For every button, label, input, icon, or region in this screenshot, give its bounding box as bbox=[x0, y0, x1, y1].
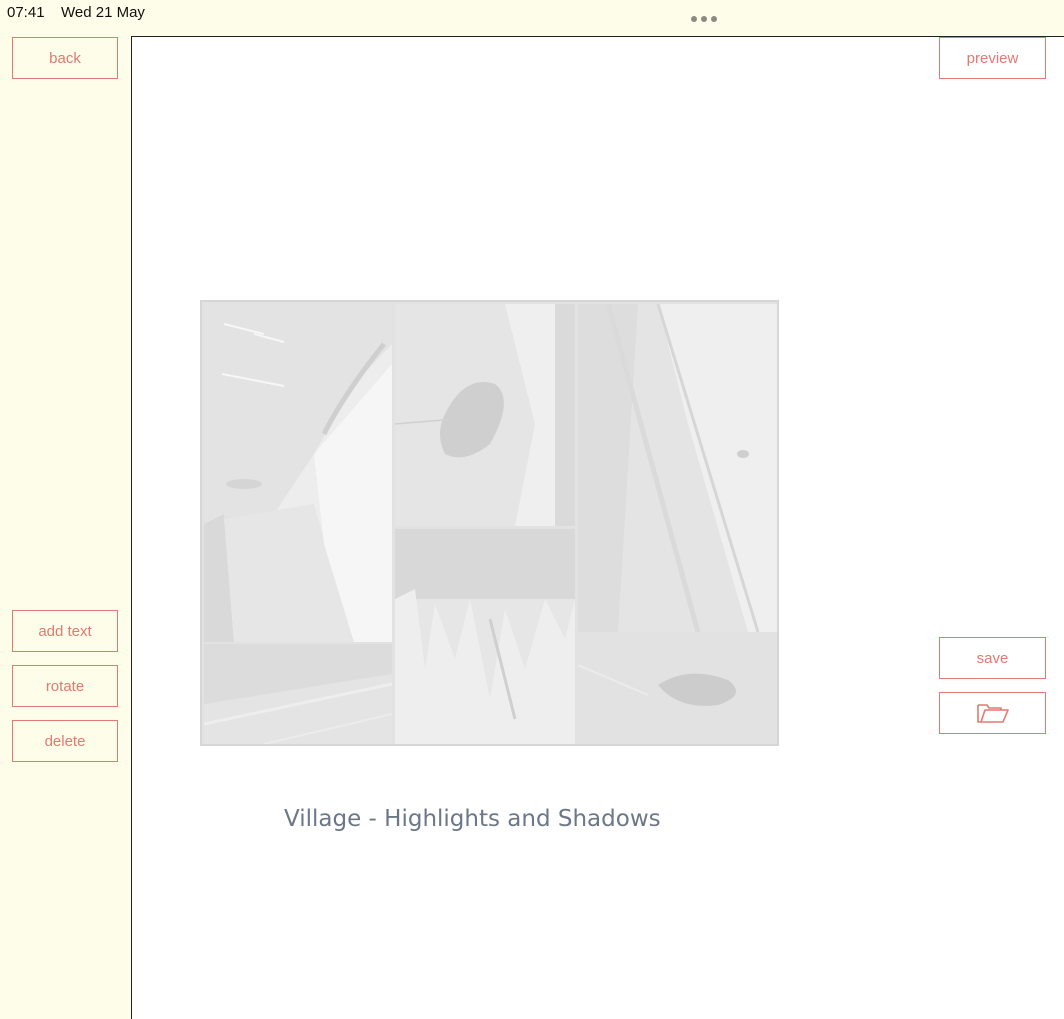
collage-photo-pothole[interactable] bbox=[578, 635, 777, 744]
multitasking-dots-icon[interactable] bbox=[691, 9, 721, 22]
left-sidebar bbox=[0, 28, 131, 1019]
collage-photo-splash[interactable] bbox=[395, 529, 575, 744]
collage-photo-street[interactable] bbox=[204, 304, 392, 642]
collage-photo-wall[interactable] bbox=[395, 304, 575, 526]
status-bar: 07:41 Wed 21 May bbox=[0, 0, 1064, 28]
open-folder-button[interactable] bbox=[939, 692, 1046, 734]
add-text-button[interactable]: add text bbox=[12, 610, 118, 652]
save-button[interactable]: save bbox=[939, 637, 1046, 679]
back-button[interactable]: back bbox=[12, 37, 118, 79]
preview-button[interactable]: preview bbox=[939, 37, 1046, 79]
photo-collage[interactable] bbox=[200, 300, 779, 746]
collage-photo-road[interactable] bbox=[578, 304, 777, 632]
folder-open-icon bbox=[976, 704, 1009, 723]
delete-button[interactable]: delete bbox=[12, 720, 118, 762]
collage-photo-pavement[interactable] bbox=[204, 644, 392, 744]
rotate-button[interactable]: rotate bbox=[12, 665, 118, 707]
collage-caption[interactable]: Village - Highlights and Shadows bbox=[284, 806, 661, 832]
status-time: 07:41 bbox=[7, 4, 45, 21]
status-date: Wed 21 May bbox=[61, 4, 145, 21]
